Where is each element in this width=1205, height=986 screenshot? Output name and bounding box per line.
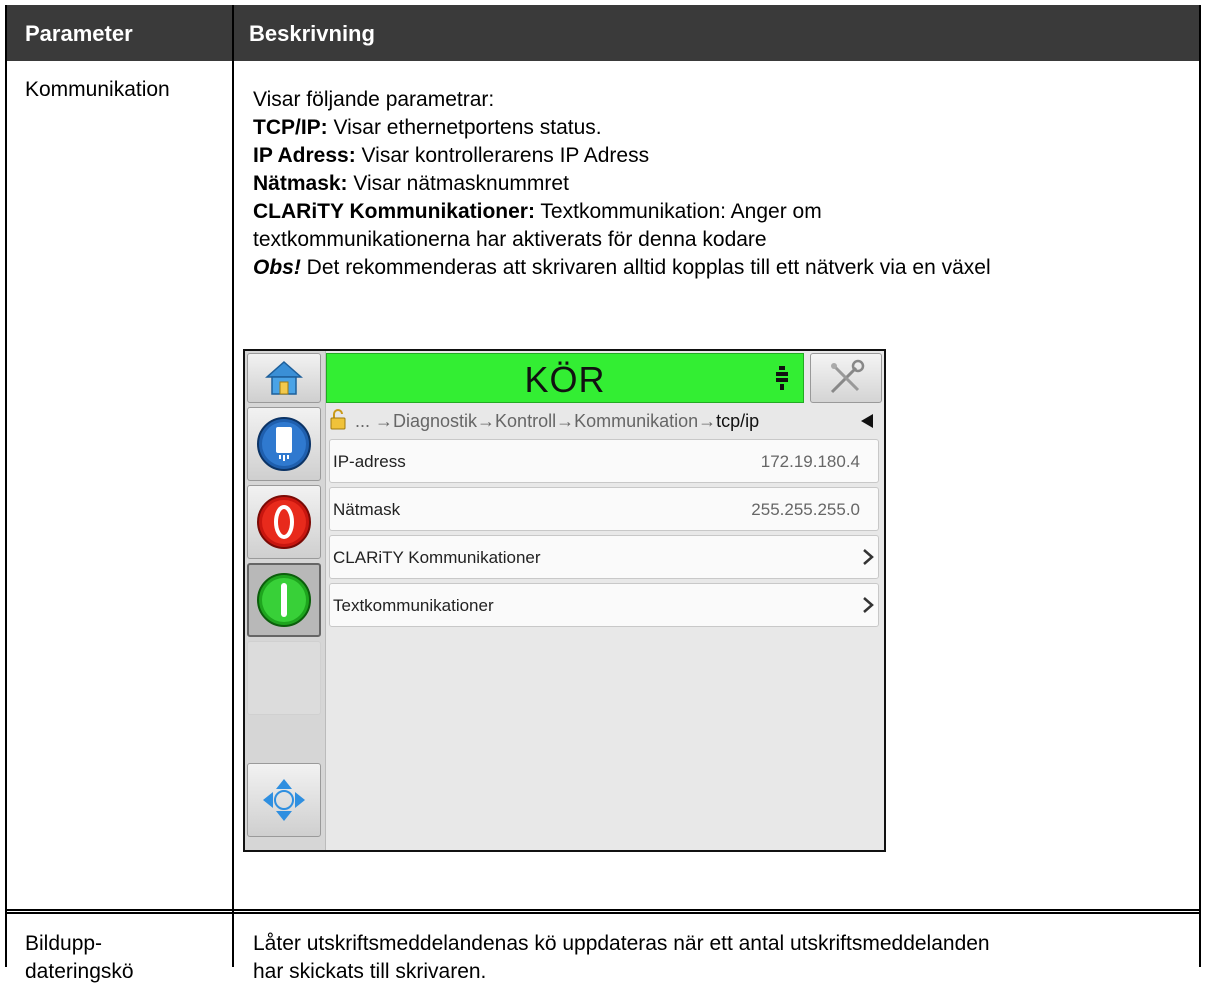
list-item-text-communications[interactable]: Textkommunikationer xyxy=(329,583,879,627)
breadcrumb: ... →Diagnostik→Kontroll→Kommunikation→t… xyxy=(329,407,881,437)
chevron-right-icon xyxy=(863,549,874,565)
home-icon xyxy=(265,360,303,395)
desc-line: Obs! Det rekommenderas att skrivaren all… xyxy=(253,256,991,279)
status-bar[interactable]: KÖR xyxy=(326,353,804,403)
start-button[interactable] xyxy=(247,563,321,637)
desc-line: Låter utskriftsmeddelandenas kö uppdater… xyxy=(253,932,990,955)
lock-icon xyxy=(330,409,346,430)
desc-line: Visar följande parametrar: xyxy=(253,88,495,111)
breadcrumb-path[interactable]: ... →Diagnostik→Kontroll→Kommunikation→t… xyxy=(355,411,759,432)
left-button-column xyxy=(245,351,326,850)
param-bilduppdateringsko: Bildupp- dateringskö xyxy=(25,930,134,986)
table-header: Parameter Beskrivning xyxy=(7,5,1199,61)
navigate-button[interactable] xyxy=(247,763,321,837)
row-value: 172.19.180.4 xyxy=(760,452,860,471)
list-item-ip-address[interactable]: IP-adress 172.19.180.4 xyxy=(329,439,879,483)
row-label: IP-adress xyxy=(333,452,406,471)
back-arrow-icon[interactable] xyxy=(861,414,873,428)
list-item-netmask[interactable]: Nätmask 255.255.255.0 xyxy=(329,487,879,531)
row-label: Nätmask xyxy=(333,500,401,519)
messages-button[interactable] xyxy=(247,407,321,481)
empty-slot xyxy=(247,641,321,715)
header-parameter: Parameter xyxy=(25,21,133,46)
desc-line: IP Adress: Visar kontrollerarens IP Adre… xyxy=(253,144,650,167)
desc-line: CLARiTY Kommunikationer: Textkommunikati… xyxy=(253,200,822,223)
tools-button[interactable] xyxy=(810,353,882,403)
stop-icon xyxy=(257,495,311,549)
desc-line: textkommunikationerna har aktiverats för… xyxy=(253,228,767,251)
stop-button[interactable] xyxy=(247,485,321,559)
settings-list: IP-adress 172.19.180.4 Nätmask 255.255.2… xyxy=(329,439,879,631)
printhead-icon xyxy=(776,366,788,390)
top-bar: KÖR xyxy=(326,353,884,403)
row-divider-top xyxy=(7,909,1199,911)
chevron-right-icon xyxy=(863,597,874,613)
column-divider xyxy=(232,5,234,967)
desc-line: TCP/IP: Visar ethernetportens status. xyxy=(253,116,602,139)
desc-line: Nätmask: Visar nätmasknummret xyxy=(253,172,569,195)
param-line: Bildupp- xyxy=(25,932,103,955)
desc-line: har skickats till skrivaren. xyxy=(253,960,487,983)
row-label: Textkommunikationer xyxy=(333,596,494,615)
param-line: dateringskö xyxy=(25,960,134,983)
desc-kommunikation: Visar följande parametrar: TCP/IP: Visar… xyxy=(253,86,1188,282)
home-button[interactable] xyxy=(247,353,321,403)
param-kommunikation: Kommunikation xyxy=(25,78,170,101)
start-icon xyxy=(257,573,311,627)
header-description: Beskrivning xyxy=(249,21,375,46)
page: { "table": { "header": { "col1": "Parame… xyxy=(0,0,1205,983)
navigate-icon xyxy=(263,779,305,821)
row-label: CLARiTY Kommunikationer xyxy=(333,548,541,567)
list-item-clarity-communications[interactable]: CLARiTY Kommunikationer xyxy=(329,535,879,579)
row-divider-bottom xyxy=(7,912,1199,914)
message-icon xyxy=(257,417,311,471)
row-value: 255.255.255.0 xyxy=(751,500,860,519)
desc-bilduppdateringsko: Låter utskriftsmeddelandenas kö uppdater… xyxy=(253,930,1188,986)
tools-icon xyxy=(830,359,865,394)
printer-screen: KÖR ... →Diagnostik→Kontroll→Kommunikati… xyxy=(243,349,886,852)
status-text: KÖR xyxy=(524,359,606,400)
